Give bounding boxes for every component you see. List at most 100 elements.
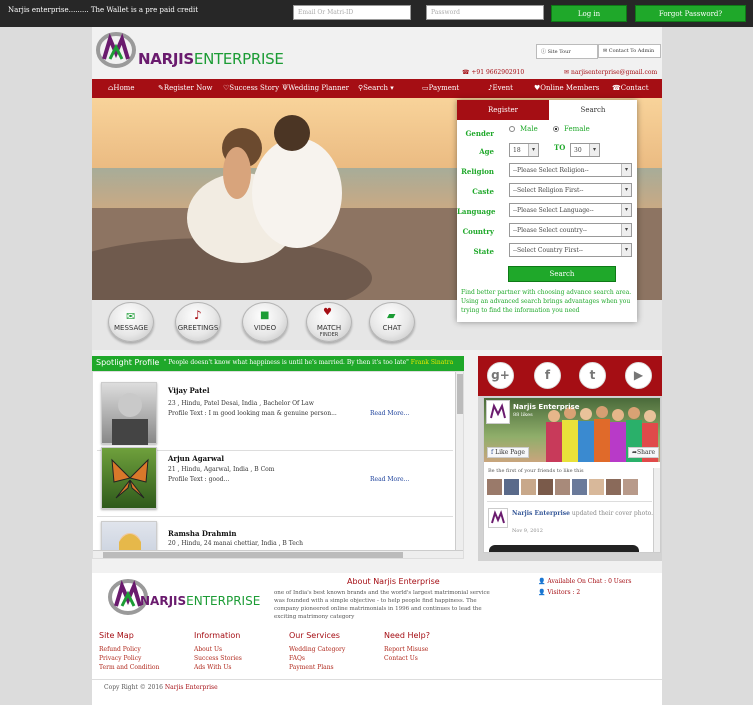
chevron-down-icon: ▾	[621, 184, 631, 196]
age-to-label: TO	[554, 143, 566, 152]
email-contact: ✉ narjisenterprise@gmail.com	[564, 69, 657, 76]
sitemap-title: Site Map	[99, 631, 134, 640]
nav-event[interactable]: ♪Event	[488, 84, 513, 92]
scrollbar-thumb[interactable]	[103, 552, 403, 558]
profile-details: 21 , Hindu, Agarwal, India , B Com	[168, 466, 275, 473]
profile-photo[interactable]	[101, 382, 157, 445]
facebook-like-button[interactable]: f Like Page	[487, 447, 529, 458]
terms-link[interactable]: Term and Condition	[99, 664, 159, 671]
twitter-icon[interactable]: t	[579, 362, 606, 389]
male-radio[interactable]	[509, 126, 515, 132]
message-label: MESSAGE	[114, 324, 148, 332]
envelope-icon: ✉	[603, 48, 608, 54]
post-date: Nov 9, 2012	[512, 528, 543, 534]
profile-name[interactable]: Vijay Patel	[168, 386, 210, 395]
online-chat-status: 👤 Available On Chat : 0 Users	[538, 578, 631, 585]
search-button[interactable]: Search	[508, 266, 616, 282]
facebook-friends-text: Be the first of your friends to like thi…	[488, 468, 584, 474]
copyright-brand[interactable]: Narjis Enterprise	[165, 684, 218, 691]
password-field[interactable]: Password	[426, 5, 544, 20]
state-label: State	[473, 247, 494, 256]
post-avatar[interactable]	[488, 508, 508, 528]
match-finder-feature[interactable]: ♥ MATCH FINDER	[306, 302, 352, 342]
nav-payment[interactable]: ▭Payment	[422, 84, 459, 92]
read-more-link[interactable]: Read More...	[370, 476, 409, 483]
phone-contact: ☎ +91 9662902910	[462, 69, 524, 76]
profile-name[interactable]: Ramsha Drahmin	[168, 529, 236, 538]
state-select[interactable]: --Select Country First-- ▾	[509, 243, 632, 257]
nav-home[interactable]: ⌂Home	[108, 84, 134, 92]
logo-main: NARJIS	[138, 50, 194, 68]
language-value: --Please Select Language--	[513, 207, 594, 214]
wallet-notice: Narjis enterprise......... The Wallet is…	[8, 6, 199, 14]
wedding-category-link[interactable]: Wedding Category	[289, 646, 345, 653]
privacy-policy-link[interactable]: Privacy Policy	[99, 655, 141, 662]
site-tour-button[interactable]: ⓘ Site Tour	[536, 44, 598, 59]
report-misuse-link[interactable]: Report Misuse	[384, 646, 428, 653]
caste-value: --Select Religion First--	[513, 187, 584, 194]
visitors-text: Visitors : 2	[547, 589, 581, 596]
couple-icon: ♥	[323, 307, 332, 318]
about-us-link[interactable]: About Us	[194, 646, 222, 653]
share-label: Share	[637, 449, 656, 456]
footer: NARJISENTERPRISE About Narjis Enterprise…	[92, 573, 662, 705]
ads-with-us-link[interactable]: Ads With Us	[194, 664, 231, 671]
youtube-icon[interactable]: ▶	[625, 362, 652, 389]
read-more-link[interactable]: Read More...	[370, 410, 409, 417]
nav-success-story[interactable]: ♡Success Story	[223, 84, 279, 92]
chat-feature[interactable]: ▰ CHAT	[369, 302, 415, 342]
contact-admin-label: Contact To Admin	[608, 48, 655, 54]
contact-admin-button[interactable]: ✉ Contact To Admin	[598, 44, 661, 58]
facebook-icon[interactable]: f	[534, 362, 561, 389]
language-select[interactable]: --Please Select Language-- ▾	[509, 203, 632, 217]
chevron-down-icon: ▾	[621, 204, 631, 216]
payment-plans-link[interactable]: Payment Plans	[289, 664, 334, 671]
forgot-password-button[interactable]: Forgot Password?	[635, 5, 746, 22]
nav-register[interactable]: ✎Register Now	[158, 84, 212, 92]
faqs-link[interactable]: FAQs	[289, 655, 305, 662]
video-feature[interactable]: ■ VIDEO	[242, 302, 288, 342]
facebook-page-name[interactable]: Narjis Enterprise	[513, 403, 580, 411]
profile-name[interactable]: Arjun Agarwal	[168, 454, 224, 463]
refund-policy-link[interactable]: Refund Policy	[99, 646, 141, 653]
profile-photo[interactable]	[101, 447, 157, 509]
tab-register[interactable]: Register	[457, 100, 549, 120]
logo-icon[interactable]	[96, 31, 136, 69]
post-page-name[interactable]: Narjis Enterprise	[512, 510, 570, 517]
religion-label: Religion	[461, 167, 494, 176]
main-nav: ⌂Home ✎Register Now ♡Success Story ΨWedd…	[92, 79, 662, 98]
contact-us-link[interactable]: Contact Us	[384, 655, 418, 662]
religion-select[interactable]: --Please Select Religion-- ▾	[509, 163, 632, 177]
female-radio[interactable]	[553, 126, 559, 132]
spotlight-title: Spotlight Profile	[96, 358, 160, 367]
age-to-value: 30	[574, 147, 582, 154]
google-plus-icon[interactable]: g+	[487, 362, 514, 389]
age-to-select[interactable]: 30 ▾	[570, 143, 600, 157]
age-from-select[interactable]: 18 ▾	[509, 143, 539, 157]
email-field[interactable]: Email Or Matri-ID	[293, 5, 411, 20]
chevron-down-icon: ▾	[621, 164, 631, 176]
nav-wedding-label: Wedding Planner	[288, 84, 349, 92]
facebook-page-avatar[interactable]	[486, 400, 510, 424]
facebook-widget: Narjis Enterprise 88 likes f Like Page ➦…	[483, 397, 661, 553]
facebook-scrollbar[interactable]	[653, 468, 660, 552]
horizontal-scrollbar[interactable]	[93, 550, 463, 558]
country-select[interactable]: --Please Select country-- ▾	[509, 223, 632, 237]
scrollbar-thumb[interactable]	[457, 374, 463, 414]
success-stories-link[interactable]: Success Stories	[194, 655, 242, 662]
nav-wedding-planner[interactable]: ΨWedding Planner	[282, 84, 349, 92]
info-icon: ⓘ	[541, 49, 547, 55]
login-button[interactable]: Log in	[551, 5, 627, 22]
vertical-scrollbar[interactable]	[455, 372, 463, 550]
nav-online-members[interactable]: ♥Online Members	[534, 84, 599, 92]
facebook-share-button[interactable]: ➦Share	[628, 447, 660, 458]
profile-details: 20 , Hindu, 24 manai chettiar, India , B…	[168, 540, 304, 547]
footer-logo-text: NARJISENTERPRISE	[140, 594, 260, 608]
message-feature[interactable]: ✉ MESSAGE	[108, 302, 154, 342]
caste-select[interactable]: --Select Religion First-- ▾	[509, 183, 632, 197]
tab-search[interactable]: Search	[549, 100, 637, 120]
nav-online-label: Online Members	[540, 84, 600, 92]
greetings-feature[interactable]: ♪ GREETINGS	[175, 302, 221, 342]
nav-search[interactable]: ⚲Search ▾	[358, 84, 394, 92]
nav-contact[interactable]: ☎Contact	[612, 84, 649, 92]
